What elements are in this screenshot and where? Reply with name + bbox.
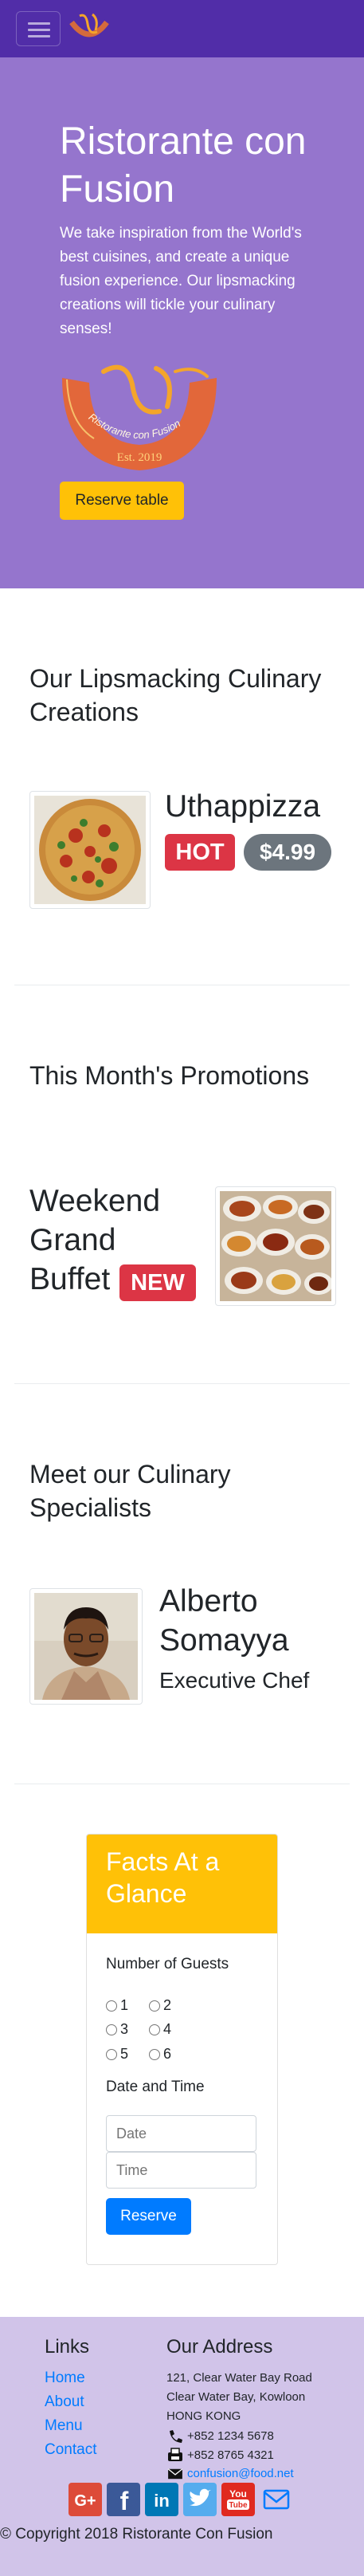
- footer-link-contact[interactable]: Contact: [45, 2441, 96, 2459]
- fax-icon: [168, 2448, 182, 2461]
- facebook-button[interactable]: f: [107, 2483, 140, 2516]
- navbar: [0, 0, 364, 57]
- address-line: 121, Clear Water Bay Road: [166, 2371, 312, 2385]
- footer-link-home[interactable]: Home: [45, 2370, 85, 2387]
- time-input[interactable]: [106, 2152, 256, 2189]
- logo-icon[interactable]: [68, 11, 110, 46]
- guest-option-1[interactable]: 1: [106, 1997, 128, 2014]
- dish-name: Uthappizza: [165, 789, 321, 824]
- hot-badge: HOT: [165, 834, 235, 871]
- chef-photo: [34, 1593, 138, 1700]
- linkedin-button[interactable]: in: [145, 2483, 178, 2516]
- radio-icon[interactable]: [106, 2048, 117, 2060]
- radio-icon[interactable]: [149, 2000, 160, 2012]
- hamburger-icon: [28, 22, 50, 25]
- buffet-image: [220, 1191, 331, 1301]
- restaurant-logo: Ristorante con Fusion Est. 2019: [62, 364, 217, 470]
- radio-icon[interactable]: [149, 2023, 160, 2035]
- leader-designation: Executive Chef: [159, 1668, 310, 1693]
- reservation-card: Facts At a Glance Number of Guests 1 2 3…: [86, 1834, 278, 2265]
- mail-icon: [263, 2489, 290, 2510]
- jumbotron: Ristorante con Fusion We take inspiratio…: [0, 57, 364, 588]
- restaurant-description: We take inspiration from the World's bes…: [60, 225, 302, 337]
- footer: Links Home About Menu Contact Our Addres…: [0, 2317, 364, 2576]
- radio-icon[interactable]: [149, 2048, 160, 2060]
- facebook-icon: f: [120, 2487, 129, 2515]
- reserve-submit-button[interactable]: Reserve: [106, 2198, 191, 2235]
- linkedin-icon: in: [154, 2491, 170, 2511]
- svg-text:in: in: [154, 2491, 170, 2511]
- youtube-button[interactable]: You Tube: [221, 2483, 255, 2516]
- footer-address-title: Our Address: [166, 2336, 273, 2358]
- navbar-toggler-button[interactable]: [16, 11, 61, 46]
- guest-option-4[interactable]: 4: [149, 2021, 171, 2038]
- radio-icon[interactable]: [106, 2023, 117, 2035]
- address-line: HONG KONG: [166, 2409, 241, 2423]
- google-plus-button[interactable]: G+: [68, 2483, 102, 2516]
- twitter-icon: [190, 2488, 211, 2507]
- phone-icon: [170, 2430, 182, 2443]
- datetime-label: Date and Time: [106, 2078, 205, 2095]
- dish-image: [29, 791, 151, 909]
- svg-text:G+: G+: [74, 2492, 96, 2510]
- svg-text:You: You: [229, 2488, 247, 2499]
- email-link[interactable]: confusion@food.net: [187, 2467, 294, 2480]
- envelope-icon: [167, 2468, 183, 2479]
- guest-option-2[interactable]: 2: [149, 1997, 171, 2014]
- address-line: Clear Water Bay, Kowloon: [166, 2390, 306, 2404]
- footer-fax: +852 8765 4321: [166, 2448, 274, 2462]
- promotion-section-title: This Month's Promotions: [29, 1061, 310, 1090]
- youtube-icon: You Tube: [227, 2488, 249, 2510]
- price-badge: $4.99: [244, 834, 331, 871]
- logo-est: Est. 2019: [117, 451, 162, 464]
- radio-icon[interactable]: [106, 2000, 117, 2012]
- guest-option-5[interactable]: 5: [106, 2046, 128, 2063]
- reserve-table-button[interactable]: Reserve table: [60, 482, 184, 520]
- date-input[interactable]: [106, 2115, 256, 2152]
- section-divider: [14, 1383, 350, 1384]
- guests-label: Number of Guests: [106, 1956, 229, 1972]
- svg-text:f: f: [120, 2487, 129, 2515]
- pizza-image: [34, 796, 146, 904]
- leader-image: [29, 1588, 143, 1705]
- guest-option-3[interactable]: 3: [106, 2021, 128, 2038]
- leader-name: Alberto Somayya: [159, 1584, 289, 1658]
- promotion-image: [215, 1186, 336, 1306]
- leader-section-title: Meet our Culinary Specialists: [29, 1460, 231, 1522]
- card-title: Facts At a Glance: [106, 1847, 220, 1908]
- copyright-text: © Copyright 2018 Ristorante Con Fusion: [0, 2526, 273, 2543]
- dish-section-title: Our Lipsmacking Culinary Creations: [29, 664, 322, 726]
- footer-link-menu[interactable]: Menu: [45, 2417, 83, 2435]
- card-header: Facts At a Glance: [87, 1835, 277, 1933]
- mail-button[interactable]: [260, 2483, 293, 2516]
- footer-links-title: Links: [45, 2336, 90, 2358]
- footer-link-about[interactable]: About: [45, 2393, 84, 2411]
- new-badge: NEW: [119, 1264, 196, 1301]
- restaurant-title: Ristorante con Fusion: [60, 120, 307, 210]
- google-plus-icon: G+: [74, 2492, 96, 2510]
- svg-text:Tube: Tube: [229, 2501, 248, 2510]
- footer-phone: +852 1234 5678: [166, 2429, 274, 2443]
- guest-option-6[interactable]: 6: [149, 2046, 171, 2063]
- footer-email: confusion@food.net: [166, 2467, 294, 2480]
- twitter-button[interactable]: [183, 2483, 217, 2516]
